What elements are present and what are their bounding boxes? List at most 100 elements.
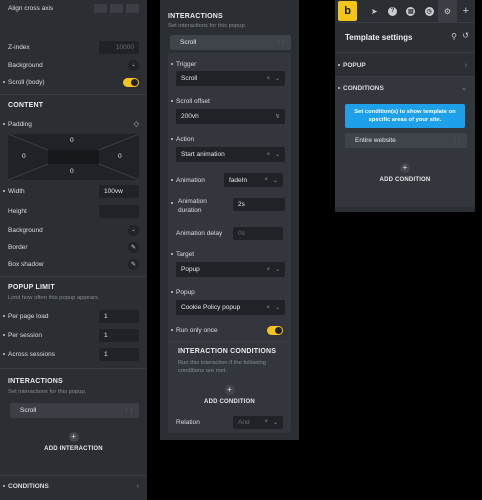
add-condition-button[interactable]: + ADD CONDITION <box>180 385 279 405</box>
interactions-panel: INTERACTIONS Set interactions for this p… <box>160 0 299 440</box>
clear-icon[interactable]: × <box>266 305 270 311</box>
run-only-once-toggle[interactable] <box>267 325 283 335</box>
width-label: Width <box>8 187 25 195</box>
clear-icon[interactable]: × <box>264 419 268 425</box>
animation-select[interactable]: fadeIn × ⌄ <box>224 173 283 187</box>
drag-handle-icon[interactable]: ⋮⋮ <box>124 408 134 413</box>
scroll-offset-input[interactable]: 200vh ↯ <box>176 109 285 124</box>
history-icon[interactable]: ◷ <box>420 0 438 22</box>
background-label: Background <box>8 61 43 69</box>
template-settings-title: Template settings <box>345 33 413 42</box>
align-cross-axis-row: Align cross axis <box>0 0 147 17</box>
padding-right-value[interactable]: 0 <box>118 153 122 160</box>
condition-item[interactable]: Entire website ⋮⋮ <box>345 133 467 148</box>
relation-label: Relation <box>176 418 200 426</box>
height-label: Height <box>8 207 27 215</box>
clear-icon[interactable]: × <box>266 76 270 82</box>
width-input[interactable]: 100vw <box>99 184 139 198</box>
droplet-icon[interactable]: 💧︎ <box>128 59 139 71</box>
target-label: Target <box>176 250 195 258</box>
conditions-row[interactable]: CONDITIONS › <box>0 477 147 495</box>
action-select[interactable]: Start animation × ⌄ <box>176 147 285 162</box>
add-condition-label: ADD CONDITION <box>379 177 431 183</box>
conditions-section-label: CONDITIONS <box>343 84 384 92</box>
align-option-icon[interactable] <box>110 3 123 13</box>
interaction-conditions-heading: INTERACTION CONDITIONS <box>178 348 277 355</box>
chevron-down-icon: ⌄ <box>274 267 280 273</box>
animation-duration-label: Animation duration <box>178 198 207 214</box>
interaction-item-label: Scroll <box>180 39 197 46</box>
target-row: Target <box>168 245 291 263</box>
relation-select[interactable]: And × ⌄ <box>233 415 283 429</box>
popup-section-row[interactable]: POPUP › <box>335 56 475 74</box>
height-input[interactable] <box>99 204 139 218</box>
clear-icon[interactable]: × <box>266 267 270 273</box>
pencil-icon[interactable]: ✎ <box>128 241 139 253</box>
pencil-icon[interactable]: ✎ <box>128 258 139 270</box>
background-row: Background 💧︎ <box>0 56 147 74</box>
trigger-value: Scroll <box>181 75 198 82</box>
popup-select[interactable]: Cookie Policy popup × ⌄ <box>176 300 285 315</box>
chevron-down-icon: ⌄ <box>274 76 280 82</box>
droplet-icon[interactable]: 💧︎ <box>128 224 139 236</box>
add-condition-button[interactable]: + ADD CONDITION <box>355 163 455 183</box>
trigger-select[interactable]: Scroll × ⌄ <box>176 71 285 86</box>
conditions-section-row[interactable]: CONDITIONS ⌄ <box>335 79 475 97</box>
padding-top-value[interactable]: 0 <box>70 137 74 144</box>
chevron-down-icon: ⌄ <box>461 85 467 92</box>
action-label: Action <box>176 135 195 143</box>
target-select[interactable]: Popup × ⌄ <box>176 262 285 277</box>
interactions-description: Set interactions for this popup. <box>168 23 247 29</box>
add-icon[interactable]: + <box>457 0 475 22</box>
divider <box>0 368 147 369</box>
chevron-down-icon: ⌄ <box>272 419 278 426</box>
logo[interactable]: b <box>338 1 358 21</box>
divider <box>0 276 147 277</box>
help-icon[interactable]: ? <box>383 0 401 22</box>
align-option-icon[interactable] <box>126 3 139 13</box>
pages-icon[interactable]: ▤ <box>402 0 420 22</box>
animation-delay-input[interactable]: 0s <box>233 226 283 240</box>
popup-limit-description: Limit how often this popup appears. <box>8 295 100 301</box>
background2-row: Background 💧︎ <box>0 221 147 239</box>
align-option-icon[interactable] <box>94 3 107 13</box>
scroll-body-toggle[interactable] <box>123 77 139 87</box>
run-only-once-label: Run only once <box>176 326 218 334</box>
clear-icon[interactable]: × <box>266 152 270 158</box>
align-cross-axis-options[interactable] <box>94 3 139 13</box>
padding-left-value[interactable]: 0 <box>22 153 26 160</box>
drag-handle-icon[interactable]: ⋮⋮ <box>452 138 462 143</box>
per-page-load-input[interactable]: 1 <box>99 309 139 323</box>
zindex-input[interactable]: 10000 <box>99 40 139 54</box>
cursor-icon[interactable]: ➤ <box>365 0 383 22</box>
padding-label: Padding <box>8 120 32 128</box>
per-session-input[interactable]: 1 <box>99 328 139 342</box>
content-heading: CONTENT <box>8 102 44 109</box>
animation-duration-input[interactable]: 2s <box>233 198 285 211</box>
across-sessions-input[interactable]: 1 <box>99 347 139 361</box>
chevron-right-icon: › <box>136 482 139 490</box>
scroll-body-row: Scroll (body) <box>0 73 147 91</box>
element-settings-panel: Align cross axis Z-index 10000 Backgroun… <box>0 0 147 500</box>
interaction-item[interactable]: Scroll ⋮⋮ <box>10 403 139 418</box>
clear-icon[interactable]: × <box>264 177 268 183</box>
lightning-icon[interactable]: ↯ <box>275 113 280 120</box>
help-circle: ? <box>388 6 397 16</box>
padding-bottom-value[interactable]: 0 <box>70 168 74 175</box>
add-interaction-button[interactable]: + ADD INTERACTION <box>30 432 117 452</box>
run-only-once-row: Run only once <box>168 321 291 339</box>
popup-limit-heading: POPUP LIMIT <box>8 284 55 291</box>
history-circle: ◷ <box>424 6 434 16</box>
background2-label: Background <box>8 226 43 234</box>
pages-circle: ▤ <box>406 6 416 16</box>
divider <box>0 475 147 476</box>
drag-handle-icon[interactable]: ⋮⋮ <box>276 40 286 45</box>
condition-item-wrap: Entire website ⋮⋮ <box>343 133 467 149</box>
search-icon[interactable]: ⚲ <box>451 32 457 41</box>
gear-icon[interactable]: ⚙ <box>438 0 457 22</box>
link-icon[interactable]: ◇ <box>134 120 139 128</box>
interaction-item[interactable]: Scroll ⋮⋮ <box>170 35 291 50</box>
add-condition-label: ADD CONDITION <box>204 399 255 405</box>
divider <box>335 52 475 53</box>
close-icon[interactable]: ↺ <box>462 31 469 40</box>
